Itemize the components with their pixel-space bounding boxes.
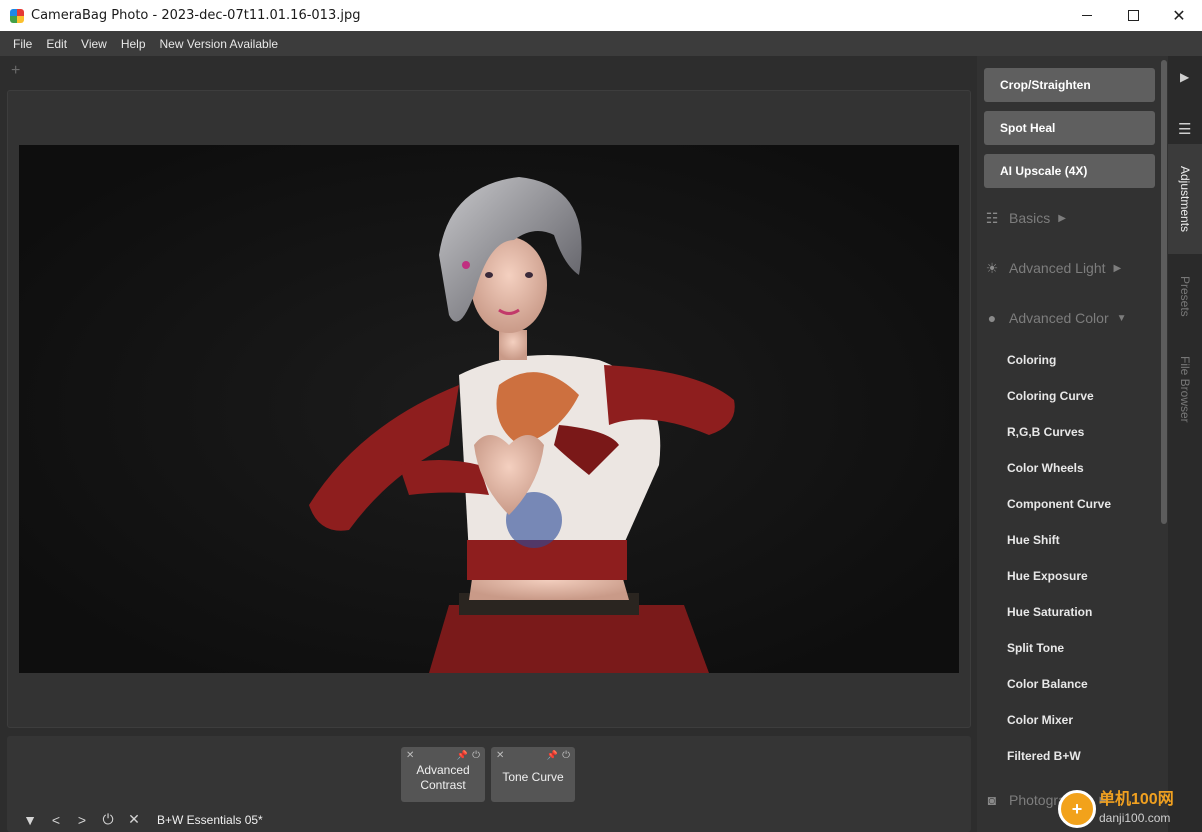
preset-name: B+W Essentials 05* <box>157 812 263 827</box>
adjustment-component-curve[interactable]: Component Curve <box>1007 497 1111 511</box>
clear-icon[interactable]: ✕ <box>121 811 147 828</box>
sun-icon: ☀ <box>985 259 999 276</box>
adjustment-hue-saturation[interactable]: Hue Saturation <box>1007 605 1092 619</box>
menu-icon[interactable]: ☰ <box>1178 120 1191 138</box>
section-label: Advanced Color <box>1009 310 1109 326</box>
section-label: Advanced Light <box>1009 260 1106 276</box>
chip-label: Tone Curve <box>502 770 564 784</box>
next-icon[interactable]: > <box>69 812 95 828</box>
menu-help[interactable]: Help <box>114 37 153 51</box>
spot-heal-button[interactable]: Spot Heal <box>984 111 1155 145</box>
photo-image <box>19 145 959 673</box>
site-watermark: + 单机100网 danji100.com <box>1058 790 1174 828</box>
window-controls: ✕ <box>1064 0 1202 31</box>
chip-label: Advanced Contrast <box>416 762 470 792</box>
title-bar: CameraBag Photo - 2023-dec-07t11.01.16-0… <box>0 0 1202 31</box>
remove-icon[interactable]: ✕ <box>406 748 414 763</box>
adjustment-hue-shift[interactable]: Hue Shift <box>1007 533 1060 547</box>
collapse-arrow-icon: ▼ <box>1116 312 1127 324</box>
close-button[interactable]: ✕ <box>1156 0 1202 31</box>
adjustment-coloring-curve[interactable]: Coloring Curve <box>1007 389 1094 403</box>
menu-view[interactable]: View <box>74 37 114 51</box>
tab-presets[interactable]: Presets <box>1168 260 1202 332</box>
adjustment-color-balance[interactable]: Color Balance <box>1007 677 1088 691</box>
adjustment-hue-exposure[interactable]: Hue Exposure <box>1007 569 1088 583</box>
tab-adjustments[interactable]: Adjustments <box>1168 144 1202 254</box>
applied-adjustment-advanced-contrast[interactable]: ✕ 📌 ⏻ Advanced Contrast <box>401 747 485 802</box>
previous-icon[interactable]: < <box>43 812 69 828</box>
adjustment-split-tone[interactable]: Split Tone <box>1007 641 1064 655</box>
adjustment-color-mixer[interactable]: Color Mixer <box>1007 713 1073 727</box>
tab-label: Adjustments <box>1178 165 1192 233</box>
section-advanced-light[interactable]: ☀ Advanced Light ▶ <box>984 256 1122 280</box>
menu-bar: File Edit View Help New Version Availabl… <box>0 31 1202 56</box>
watermark-logo-icon: + <box>1058 790 1096 828</box>
watermark-line2: danji100.com <box>1099 811 1171 825</box>
bottom-toolbar: ▼ < > ⏻ ✕ B+W Essentials 05* <box>17 811 263 828</box>
color-circles-icon: ● <box>987 310 997 326</box>
minimize-button[interactable] <box>1064 0 1110 31</box>
sidebar-scrollbar[interactable] <box>1161 60 1167 524</box>
adjustment-color-wheels[interactable]: Color Wheels <box>1007 461 1084 475</box>
power-toggle-icon[interactable]: ⏻ <box>95 811 121 828</box>
photo-preview[interactable] <box>19 145 959 673</box>
pin-icon[interactable]: 📌 <box>547 748 558 763</box>
camera-icon: ◙ <box>987 792 997 808</box>
pin-icon[interactable]: 📌 <box>457 748 468 763</box>
section-advanced-color[interactable]: ● Advanced Color ▼ <box>984 306 1127 330</box>
sliders-icon: ☷ <box>985 209 999 226</box>
add-tab-button[interactable]: + <box>11 62 20 80</box>
power-icon[interactable]: ⏻ <box>472 748 480 763</box>
adjustments-sidebar: Crop/Straighten Spot Heal AI Upscale (4X… <box>977 56 1168 832</box>
tab-label: File Browser <box>1178 355 1192 423</box>
menu-new-version[interactable]: New Version Available <box>153 37 286 51</box>
window-title: CameraBag Photo - 2023-dec-07t11.01.16-0… <box>31 8 361 23</box>
maximize-button[interactable] <box>1110 0 1156 31</box>
section-label: Basics <box>1009 210 1051 226</box>
section-basics[interactable]: ☷ Basics ▶ <box>984 206 1066 230</box>
watermark-text: 单机100网 danji100.com <box>1099 791 1174 827</box>
menu-file[interactable]: File <box>6 37 39 51</box>
collapse-icon[interactable]: ▼ <box>17 812 43 828</box>
menu-edit[interactable]: Edit <box>39 37 74 51</box>
applied-adjustment-tone-curve[interactable]: ✕ 📌 ⏻ Tone Curve <box>491 747 575 802</box>
adjustment-rgb-curves[interactable]: R,G,B Curves <box>1007 425 1084 439</box>
tab-label: Presets <box>1178 275 1192 317</box>
expand-arrow-icon: ▶ <box>1058 212 1066 224</box>
side-tab-strip: ▶ ☰ Adjustments Presets File Browser <box>1168 56 1202 832</box>
ai-upscale-button[interactable]: AI Upscale (4X) <box>984 154 1155 188</box>
remove-icon[interactable]: ✕ <box>496 748 504 763</box>
power-icon[interactable]: ⏻ <box>562 748 570 763</box>
play-icon[interactable]: ▶ <box>1180 70 1189 84</box>
adjustment-stack-panel: ✕ 📌 ⏻ Advanced Contrast ✕ 📌 ⏻ Tone Curve… <box>7 736 971 832</box>
app-logo-icon <box>10 8 24 23</box>
expand-arrow-icon: ▶ <box>1113 262 1122 274</box>
tab-file-browser[interactable]: File Browser <box>1168 344 1202 434</box>
adjustment-coloring[interactable]: Coloring <box>1007 353 1056 367</box>
crop-straighten-button[interactable]: Crop/Straighten <box>984 68 1155 102</box>
adjustment-filtered-bw[interactable]: Filtered B+W <box>1007 749 1081 763</box>
watermark-line1: 单机100网 <box>1099 791 1174 808</box>
